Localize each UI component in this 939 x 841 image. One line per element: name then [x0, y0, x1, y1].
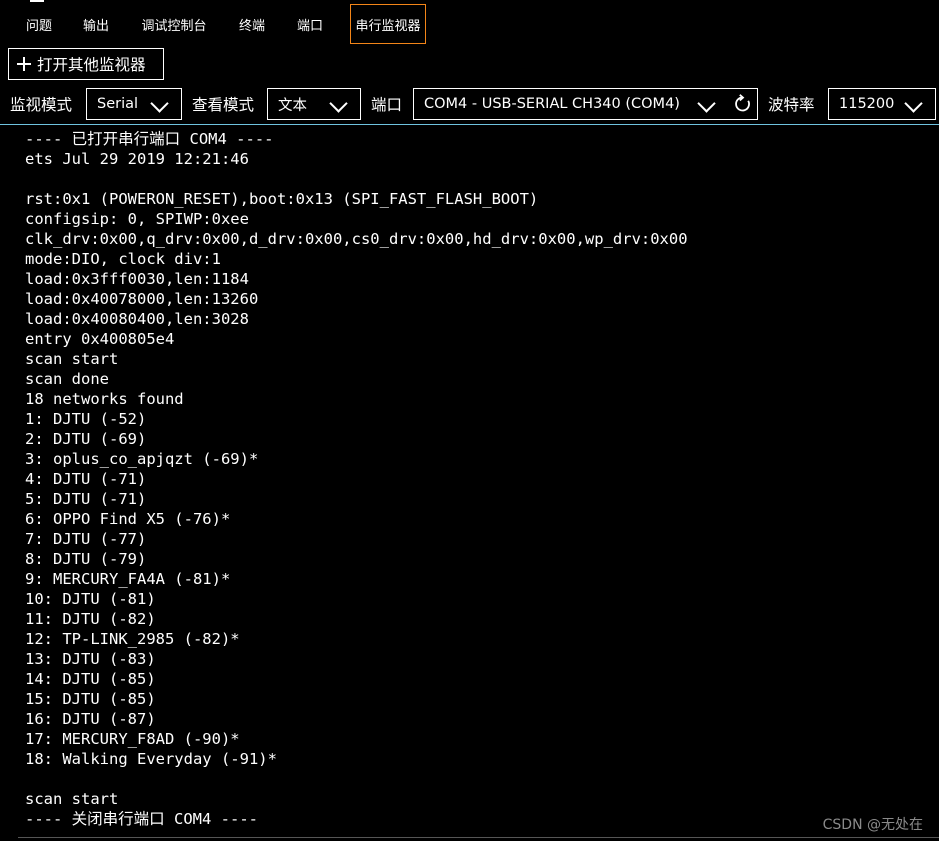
refresh-icon[interactable]: [733, 94, 751, 114]
output-line: 13: DJTU (-83): [25, 650, 156, 668]
baud-rate-label: 波特率: [768, 96, 815, 114]
output-line: 4: DJTU (-71): [25, 470, 147, 488]
tab-terminal[interactable]: 终端: [227, 4, 277, 44]
output-line: 2: DJTU (-69): [25, 430, 147, 448]
view-mode-label: 查看模式: [192, 96, 255, 114]
output-line: 8: DJTU (-79): [25, 550, 147, 568]
output-line: 18 networks found: [25, 390, 184, 408]
monitor-mode-value: Serial: [97, 96, 139, 112]
output-line: 1: DJTU (-52): [25, 410, 147, 428]
plus-icon: [17, 57, 31, 71]
open-other-monitor-button[interactable]: 打开其他监视器: [8, 48, 164, 80]
output-line: mode:DIO, clock div:1: [25, 250, 221, 268]
chevron-down-icon: [697, 94, 716, 113]
output-line: 5: DJTU (-71): [25, 490, 147, 508]
monitor-mode-select[interactable]: Serial: [86, 88, 182, 120]
output-line: configsip: 0, SPIWP:0xee: [25, 210, 249, 228]
output-line: 7: DJTU (-77): [25, 530, 147, 548]
view-mode-value: 文本: [278, 97, 307, 114]
view-mode-select[interactable]: 文本: [267, 88, 361, 120]
output-line: 10: DJTU (-81): [25, 590, 156, 608]
baud-rate-select[interactable]: 115200: [828, 88, 936, 120]
panel-tab-bar: 问题 输出 调试控制台 终端 端口 串行监视器: [0, 0, 939, 44]
output-line: entry 0x400805e4: [25, 330, 175, 348]
tab-ports[interactable]: 端口: [285, 4, 335, 44]
bottom-divider: [18, 837, 939, 838]
output-line: rst:0x1 (POWERON_RESET),boot:0x13 (SPI_F…: [25, 190, 539, 208]
chevron-down-icon: [329, 94, 348, 113]
output-line: scan start: [25, 350, 119, 368]
watermark: CSDN @无处在: [822, 817, 923, 833]
port-select[interactable]: COM4 - USB-SERIAL CH340 (COM4): [413, 88, 758, 120]
tab-serial-monitor[interactable]: 串行监视器: [350, 4, 426, 44]
output-line: load:0x3fff0030,len:1184: [25, 270, 249, 288]
chevron-down-icon: [150, 94, 169, 113]
tab-problems[interactable]: 问题: [14, 4, 64, 44]
output-line: ets Jul 29 2019 12:21:46: [25, 150, 249, 168]
open-other-monitor-label: 打开其他监视器: [37, 56, 146, 74]
tab-debug-console[interactable]: 调试控制台: [131, 4, 217, 44]
output-line: 11: DJTU (-82): [25, 610, 156, 628]
serial-output-area[interactable]: ---- 已打开串行端口 COM4 ---- ets Jul 29 2019 1…: [0, 125, 939, 837]
output-line: 3: oplus_co_apjqzt (-69)*: [25, 450, 259, 468]
output-line: scan done: [25, 370, 109, 388]
output-line: 9: MERCURY_FA4A (-81)*: [25, 570, 231, 588]
output-line: load:0x40080400,len:3028: [25, 310, 249, 328]
output-line: 18: Walking Everyday (-91)*: [25, 750, 277, 768]
output-line: 6: OPPO Find X5 (-76)*: [25, 510, 231, 528]
output-line: 15: DJTU (-85): [25, 690, 156, 708]
baud-rate-value: 115200: [839, 96, 895, 112]
output-line: ---- 关闭串行端口 COM4 ----: [25, 810, 258, 828]
port-label: 端口: [371, 96, 403, 114]
monitor-mode-label: 监视模式: [10, 96, 73, 114]
output-line: 14: DJTU (-85): [25, 670, 156, 688]
output-line: 12: TP-LINK_2985 (-82)*: [25, 630, 240, 648]
chevron-down-icon: [904, 94, 923, 113]
tab-output[interactable]: 输出: [71, 4, 121, 44]
output-line: load:0x40078000,len:13260: [25, 290, 259, 308]
output-line: ---- 已打开串行端口 COM4 ----: [25, 130, 274, 148]
serial-monitor-panel: 问题 输出 调试控制台 终端 端口 串行监视器 打开其他监视器 监视模式 Ser…: [0, 0, 939, 841]
port-value: COM4 - USB-SERIAL CH340 (COM4): [424, 96, 680, 112]
output-line: scan start: [25, 790, 119, 808]
output-line: 16: DJTU (-87): [25, 710, 156, 728]
output-line: 17: MERCURY_F8AD (-90)*: [25, 730, 240, 748]
output-line: clk_drv:0x00,q_drv:0x00,d_drv:0x00,cs0_d…: [25, 230, 688, 248]
